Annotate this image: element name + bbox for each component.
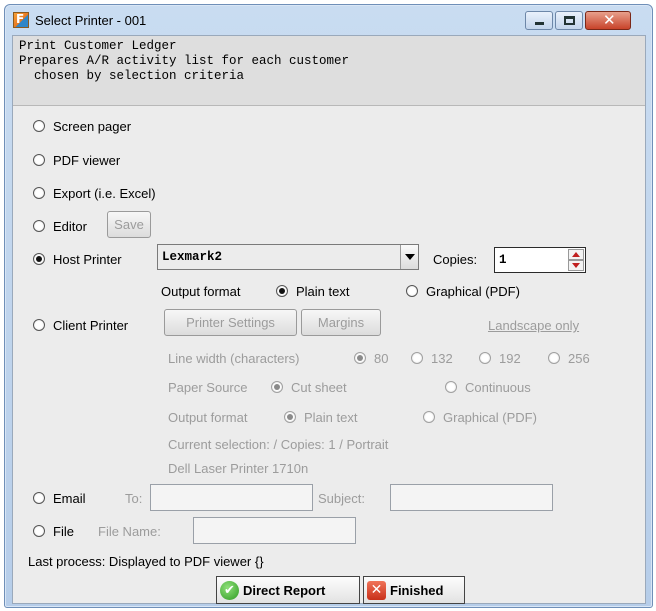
landscape-only-link[interactable]: Landscape only	[488, 318, 579, 333]
copies-label: Copies:	[433, 252, 478, 267]
margins-button[interactable]: Margins	[301, 309, 381, 336]
line-width-132-label[interactable]: 132	[431, 351, 453, 366]
last-process-status: Last process: Displayed to PDF viewer {}	[28, 554, 264, 569]
direct-report-button[interactable]: ✔ Direct Report	[216, 576, 360, 604]
line-width-132-radio[interactable]	[411, 352, 423, 364]
email-label[interactable]: Email	[53, 491, 86, 506]
pdf-viewer-label[interactable]: PDF viewer	[53, 153, 120, 168]
continuous-radio[interactable]	[445, 381, 457, 393]
client-graphical-label[interactable]: Graphical (PDF)	[443, 410, 537, 425]
increment-icon[interactable]	[568, 249, 584, 260]
minimize-icon	[535, 22, 544, 25]
finished-button[interactable]: ✕ Finished	[363, 576, 465, 604]
client-printer-radio[interactable]	[33, 319, 45, 331]
editor-label[interactable]: Editor	[53, 219, 87, 234]
copies-value: 1	[499, 253, 507, 267]
minimize-button[interactable]	[525, 11, 553, 30]
email-to-field[interactable]	[150, 484, 313, 511]
export-label[interactable]: Export (i.e. Excel)	[53, 186, 156, 201]
file-label[interactable]: File	[53, 524, 74, 539]
client-printer-name: Dell Laser Printer 1710n	[168, 461, 309, 476]
client-plain-text-label[interactable]: Plain text	[304, 410, 357, 425]
line-width-80-radio[interactable]	[354, 352, 366, 364]
host-plain-text-radio[interactable]	[276, 285, 288, 297]
client-graphical-radio[interactable]	[423, 411, 435, 423]
host-printer-label[interactable]: Host Printer	[53, 252, 122, 267]
screen-pager-radio[interactable]	[33, 120, 45, 132]
cut-sheet-label[interactable]: Cut sheet	[291, 380, 347, 395]
continuous-label[interactable]: Continuous	[465, 380, 531, 395]
maximize-icon	[564, 16, 575, 25]
host-printer-value: Lexmark2	[162, 250, 223, 264]
close-button[interactable]: ✕	[585, 11, 631, 30]
host-graphical-radio[interactable]	[406, 285, 418, 297]
client-printer-label[interactable]: Client Printer	[53, 318, 128, 333]
screen-pager-label[interactable]: Screen pager	[53, 119, 131, 134]
report-description: Print Customer Ledger Prepares A/R activi…	[13, 36, 645, 106]
description-line-2: Prepares A/R activity list for each cust…	[19, 54, 350, 68]
description-line-3: chosen by selection criteria	[19, 69, 245, 83]
direct-report-label: Direct Report	[243, 582, 326, 598]
line-width-256-radio[interactable]	[548, 352, 560, 364]
pdf-viewer-radio[interactable]	[33, 154, 45, 166]
file-radio[interactable]	[33, 525, 45, 537]
checkmark-icon: ✔	[220, 580, 239, 600]
line-width-192-radio[interactable]	[479, 352, 491, 364]
close-icon: ✕	[603, 11, 616, 29]
line-width-80-label[interactable]: 80	[374, 351, 388, 366]
decrement-icon[interactable]	[568, 260, 584, 271]
maximize-button[interactable]	[555, 11, 583, 30]
finished-label: Finished	[390, 582, 444, 598]
paper-source-label: Paper Source	[168, 380, 248, 395]
file-name-label: File Name:	[98, 524, 161, 539]
close-x-icon: ✕	[367, 580, 386, 600]
cut-sheet-radio[interactable]	[271, 381, 283, 393]
email-subject-label: Subject:	[318, 491, 365, 506]
copies-stepper[interactable]: 1	[494, 247, 586, 273]
host-plain-text-label[interactable]: Plain text	[296, 284, 349, 299]
app-icon: F	[13, 12, 29, 28]
file-name-field[interactable]	[193, 517, 356, 544]
client-output-format-label: Output format	[168, 410, 248, 425]
line-width-256-label[interactable]: 256	[568, 351, 590, 366]
export-radio[interactable]	[33, 187, 45, 199]
host-graphical-label[interactable]: Graphical (PDF)	[426, 284, 520, 299]
email-radio[interactable]	[33, 492, 45, 504]
line-width-label: Line width (characters)	[168, 351, 300, 366]
description-line-1: Print Customer Ledger	[19, 39, 177, 53]
line-width-192-label[interactable]: 192	[499, 351, 521, 366]
host-printer-select[interactable]: Lexmark2	[157, 244, 419, 270]
dialog-body: Print Customer Ledger Prepares A/R activi…	[12, 35, 646, 604]
email-subject-field[interactable]	[390, 484, 553, 511]
host-printer-radio[interactable]	[33, 253, 45, 265]
host-output-format-label: Output format	[161, 284, 241, 299]
current-selection-text: Current selection: / Copies: 1 / Portrai…	[168, 437, 389, 452]
email-to-label: To:	[125, 491, 143, 506]
window-title: Select Printer - 001	[35, 13, 147, 28]
select-printer-window: F Select Printer - 001 ✕ Print Customer …	[4, 4, 653, 608]
editor-radio[interactable]	[33, 220, 45, 232]
client-plain-text-radio[interactable]	[284, 411, 296, 423]
chevron-down-icon[interactable]	[400, 245, 418, 269]
editor-save-button[interactable]: Save	[107, 211, 151, 238]
title-bar[interactable]: F Select Printer - 001 ✕	[5, 5, 652, 35]
printer-settings-button[interactable]: Printer Settings	[164, 309, 297, 336]
